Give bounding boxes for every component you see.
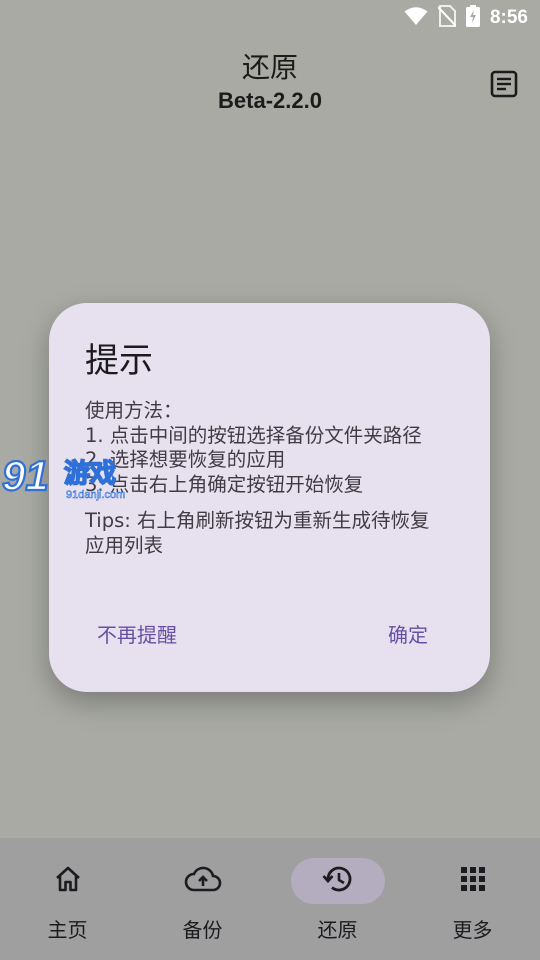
apps-grid-icon [460,866,486,896]
nav-item-home[interactable]: 主页 [0,838,135,960]
tips-line-1: Tips: 右上角刷新按钮为重新生成待恢复 [85,509,430,532]
nav-label-restore: 还原 [317,918,358,942]
nav-label-backup: 备份 [182,918,223,942]
bottom-navigation: 主页 备份 还原 更多 [0,838,540,960]
nav-item-backup[interactable]: 备份 [135,838,270,960]
watermark-logo: 91 游戏 91danji.com [1,451,142,504]
restore-history-icon [321,864,354,898]
tips-line-2: 应用列表 [85,533,164,557]
nav-label-more: 更多 [452,918,493,942]
dialog-title: 提示 [85,341,153,381]
home-icon [53,864,83,898]
svg-text:91danji.com: 91danji.com [66,489,125,501]
nav-label-home: 主页 [47,918,88,942]
usage-heading: 使用方法： [85,399,183,422]
nav-item-more[interactable]: 更多 [405,838,540,960]
confirm-button[interactable]: 确定 [376,613,440,654]
svg-text:游戏: 游戏 [64,459,116,489]
usage-step-1: 1. 点击中间的按钮选择备份文件夹路径 [85,423,422,447]
cloud-upload-icon [184,864,222,898]
nav-item-restore[interactable]: 还原 [270,838,405,960]
svg-text:91: 91 [2,452,49,499]
dont-remind-button[interactable]: 不再提醒 [85,613,189,654]
